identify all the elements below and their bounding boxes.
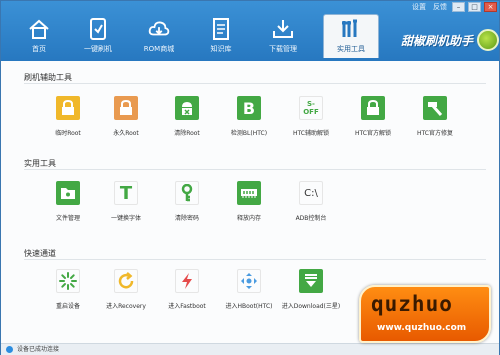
tool-enter-hboot[interactable]: 进入HBoot(HTC) bbox=[218, 269, 280, 310]
watermark-logo-text: quzhuo bbox=[371, 292, 453, 316]
lock-icon bbox=[114, 96, 138, 120]
window-controls: 设置 反馈 – □ × bbox=[410, 2, 497, 12]
tab-rom-store-label: ROM商城 bbox=[143, 45, 175, 53]
tool-perm-root[interactable]: 永久Root bbox=[95, 96, 157, 137]
tool-file-manager-label: 文件管理 bbox=[55, 215, 80, 222]
tool-htc-assist-unlock[interactable]: S-OFF HTC辅助解锁 bbox=[280, 96, 342, 137]
tool-htc-official-repair[interactable]: HTC官方修复 bbox=[404, 96, 466, 137]
tool-change-font-label: 一键换字体 bbox=[110, 215, 141, 222]
tab-home-label: 首页 bbox=[32, 45, 46, 53]
download-tray-icon bbox=[272, 18, 294, 40]
tool-adb-console-label: ADB控制台 bbox=[295, 215, 327, 222]
key-icon bbox=[175, 181, 199, 205]
settings-link[interactable]: 设置 bbox=[410, 2, 428, 12]
connected-status-icon bbox=[6, 346, 13, 353]
tool-enter-hboot-label: 进入HBoot(HTC) bbox=[225, 303, 273, 310]
s-off-icon: S-OFF bbox=[299, 96, 323, 120]
tool-clear-password-label: 清除密码 bbox=[174, 215, 199, 222]
tool-reboot-device[interactable]: 重启设备 bbox=[37, 269, 99, 310]
tab-knowledge-base-label: 知识库 bbox=[210, 45, 232, 53]
tab-one-click-flash[interactable]: 一键刷机 bbox=[69, 14, 127, 58]
tool-free-memory[interactable]: 释放内存 bbox=[218, 181, 280, 222]
tool-clear-password[interactable]: 清除密码 bbox=[156, 181, 218, 222]
tool-enter-fastboot[interactable]: 进入Fastboot bbox=[156, 269, 218, 310]
main-tabs: 首页 一键刷机 ROM商城 知识库 下载管理 实用工具 bbox=[9, 14, 379, 58]
lock-icon bbox=[56, 96, 80, 120]
maximize-button[interactable]: □ bbox=[468, 2, 481, 12]
tool-file-manager[interactable]: 文件管理 bbox=[37, 181, 99, 222]
lightning-icon bbox=[175, 269, 199, 293]
move-arrows-icon bbox=[237, 269, 261, 293]
folder-icon bbox=[56, 181, 80, 205]
home-icon bbox=[28, 18, 50, 40]
section-divider bbox=[24, 259, 486, 260]
section-title-quick-channel: 快速通道 bbox=[24, 249, 56, 258]
tool-check-bl[interactable]: B 检测BL(HTC) bbox=[218, 96, 280, 137]
font-t-icon: T bbox=[114, 181, 138, 205]
title-bar: 设置 反馈 – □ × 首页 一键刷机 ROM商城 知识库 下载管理 实用工具 … bbox=[1, 1, 499, 61]
one-click-flash-icon bbox=[87, 18, 109, 40]
tab-home[interactable]: 首页 bbox=[9, 14, 69, 58]
section-title-flash-tools: 刷机辅助工具 bbox=[24, 73, 72, 82]
tab-download-manager[interactable]: 下载管理 bbox=[251, 14, 315, 58]
status-bar: 设备已成功连接 bbox=[1, 343, 499, 355]
section-divider bbox=[24, 169, 486, 170]
refresh-icon bbox=[114, 269, 138, 293]
app-window: 设置 反馈 – □ × 首页 一键刷机 ROM商城 知识库 下载管理 实用工具 … bbox=[0, 0, 500, 355]
tool-reboot-device-label: 重启设备 bbox=[55, 303, 80, 310]
restart-spinner-icon bbox=[56, 269, 80, 293]
tab-tools-label: 实用工具 bbox=[337, 45, 365, 53]
status-text: 设备已成功连接 bbox=[17, 346, 60, 353]
tab-knowledge-base[interactable]: 知识库 bbox=[191, 14, 251, 58]
tool-enter-download-label: 进入Download(三星) bbox=[281, 303, 341, 310]
tab-download-manager-label: 下载管理 bbox=[269, 45, 297, 53]
hammer-icon bbox=[423, 96, 447, 120]
tool-enter-recovery[interactable]: 进入Recovery bbox=[95, 269, 157, 310]
site-watermark: quzhuo www.quzhuo.com bbox=[359, 285, 491, 343]
tab-rom-store[interactable]: ROM商城 bbox=[127, 14, 191, 58]
pepper-logo-icon bbox=[477, 29, 499, 51]
tools-icon bbox=[340, 18, 362, 40]
tab-tools[interactable]: 实用工具 bbox=[323, 14, 379, 58]
cloud-download-icon bbox=[148, 18, 170, 40]
tool-change-font[interactable]: T 一键换字体 bbox=[95, 181, 157, 222]
minimize-button[interactable]: – bbox=[452, 2, 465, 12]
tool-enter-recovery-label: 进入Recovery bbox=[106, 303, 146, 310]
tool-htc-official-unlock[interactable]: HTC官方解锁 bbox=[342, 96, 404, 137]
tool-htc-assist-unlock-label: HTC辅助解锁 bbox=[292, 130, 329, 137]
tool-htc-official-unlock-label: HTC官方解锁 bbox=[354, 130, 391, 137]
feedback-link[interactable]: 反馈 bbox=[431, 2, 449, 12]
tool-clear-root-label: 清除Root bbox=[174, 130, 200, 137]
tool-htc-official-repair-label: HTC官方修复 bbox=[416, 130, 453, 137]
tool-temp-root[interactable]: 临时Root bbox=[37, 96, 99, 137]
tab-one-click-flash-label: 一键刷机 bbox=[84, 45, 112, 53]
section-divider bbox=[24, 83, 486, 84]
tool-clear-root[interactable]: 清除Root bbox=[156, 96, 218, 137]
console-icon: C:\ bbox=[299, 181, 323, 205]
tool-perm-root-label: 永久Root bbox=[113, 130, 139, 137]
lock-icon bbox=[361, 96, 385, 120]
watermark-url: www.quzhuo.com bbox=[377, 323, 467, 333]
download-icon bbox=[299, 269, 323, 293]
brand-name: 甜椒刷机助手 bbox=[401, 33, 474, 48]
tool-check-bl-label: 检测BL(HTC) bbox=[230, 130, 268, 137]
document-icon bbox=[210, 18, 232, 40]
section-title-utilities: 实用工具 bbox=[24, 159, 56, 168]
close-button[interactable]: × bbox=[484, 2, 497, 12]
tool-enter-download[interactable]: 进入Download(三星) bbox=[280, 269, 342, 310]
brand: 甜椒刷机助手 bbox=[401, 27, 499, 53]
letter-b-icon: B bbox=[237, 96, 261, 120]
tool-enter-fastboot-label: 进入Fastboot bbox=[168, 303, 206, 310]
memory-icon bbox=[237, 181, 261, 205]
tool-free-memory-label: 释放内存 bbox=[236, 215, 261, 222]
tool-adb-console[interactable]: C:\ ADB控制台 bbox=[280, 181, 342, 222]
tool-temp-root-label: 临时Root bbox=[55, 130, 81, 137]
android-clear-icon bbox=[175, 96, 199, 120]
